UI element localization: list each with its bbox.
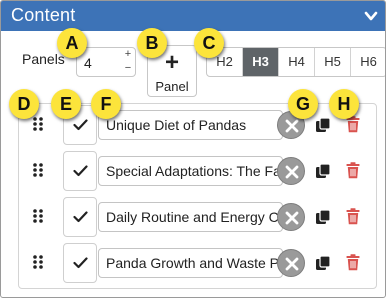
duplicate-icon[interactable] <box>315 163 331 179</box>
clear-title-button[interactable] <box>277 203 305 231</box>
drag-handle-icon[interactable] <box>31 114 45 134</box>
trash-icon[interactable] <box>346 162 360 179</box>
panels-count-value[interactable]: 4 <box>84 55 92 71</box>
panel-checkbox[interactable] <box>63 197 97 237</box>
clear-icon <box>285 257 299 271</box>
panel-title-text[interactable]: Daily Routine and Energy Co <box>106 209 282 225</box>
panel-title-input[interactable]: Special Adaptations: The Fal <box>98 156 283 186</box>
callout-h: H <box>329 89 359 119</box>
increment-button[interactable]: + <box>121 48 135 62</box>
duplicate-icon[interactable] <box>315 117 331 133</box>
trash-icon[interactable] <box>346 208 360 225</box>
callout-e: E <box>51 89 81 119</box>
callout-c: C <box>194 28 224 58</box>
panel-title-input[interactable]: Daily Routine and Energy Co <box>98 202 283 232</box>
panels-label: Panels <box>22 51 65 67</box>
panel-title-input[interactable]: Panda Growth and Waste Pr <box>98 248 283 278</box>
clear-icon <box>285 165 299 179</box>
checkmark-icon <box>73 165 88 177</box>
panel-row: Special Adaptations: The Fal <box>19 151 376 191</box>
callout-d: D <box>9 89 39 119</box>
chevron-down-icon[interactable] <box>364 9 378 23</box>
panel-title-input[interactable]: Unique Diet of Pandas <box>98 110 283 140</box>
callout-g: G <box>288 89 318 119</box>
trash-icon[interactable] <box>346 116 360 133</box>
content-panel-editor: Content Panels 4 + − + Panel H2 H3 H4 H5… <box>0 0 386 298</box>
decrement-button[interactable]: − <box>121 62 135 76</box>
callout-a: A <box>57 28 87 58</box>
heading-level-selector: H2 H3 H4 H5 H6 <box>206 47 385 77</box>
callout-f: F <box>91 89 121 119</box>
panel-title-text[interactable]: Special Adaptations: The Fal <box>106 163 282 179</box>
checkmark-icon <box>73 119 88 131</box>
trash-icon[interactable] <box>346 254 360 271</box>
clear-title-button[interactable] <box>277 249 305 277</box>
panel-checkbox[interactable] <box>63 151 97 191</box>
add-panel-label: Panel <box>155 79 189 94</box>
clear-title-button[interactable] <box>277 157 305 185</box>
section-header[interactable]: Content <box>1 1 385 31</box>
panel-title-text[interactable]: Unique Diet of Pandas <box>106 117 246 133</box>
panel-row: Daily Routine and Energy Co <box>19 197 376 237</box>
callout-b: B <box>137 28 167 58</box>
panels-count-stepper[interactable]: 4 + − <box>76 47 136 77</box>
section-title: Content <box>11 5 76 25</box>
duplicate-icon[interactable] <box>315 209 331 225</box>
heading-option-h5[interactable]: H5 <box>315 48 351 76</box>
clear-icon <box>285 119 299 133</box>
heading-option-h4[interactable]: H4 <box>279 48 315 76</box>
drag-handle-icon[interactable] <box>31 252 45 272</box>
drag-handle-icon[interactable] <box>31 206 45 226</box>
checkmark-icon <box>73 211 88 223</box>
panel-checkbox[interactable] <box>63 243 97 283</box>
checkmark-icon <box>73 257 88 269</box>
heading-option-h3[interactable]: H3 <box>243 48 279 76</box>
panel-title-text[interactable]: Panda Growth and Waste Pr <box>106 255 282 271</box>
panel-row: Panda Growth and Waste Pr <box>19 243 376 283</box>
heading-option-h6[interactable]: H6 <box>351 48 385 76</box>
clear-icon <box>285 211 299 225</box>
panel-list: Unique Diet of Pandas Special Adaptation… <box>18 103 377 289</box>
drag-handle-icon[interactable] <box>31 160 45 180</box>
duplicate-icon[interactable] <box>315 255 331 271</box>
